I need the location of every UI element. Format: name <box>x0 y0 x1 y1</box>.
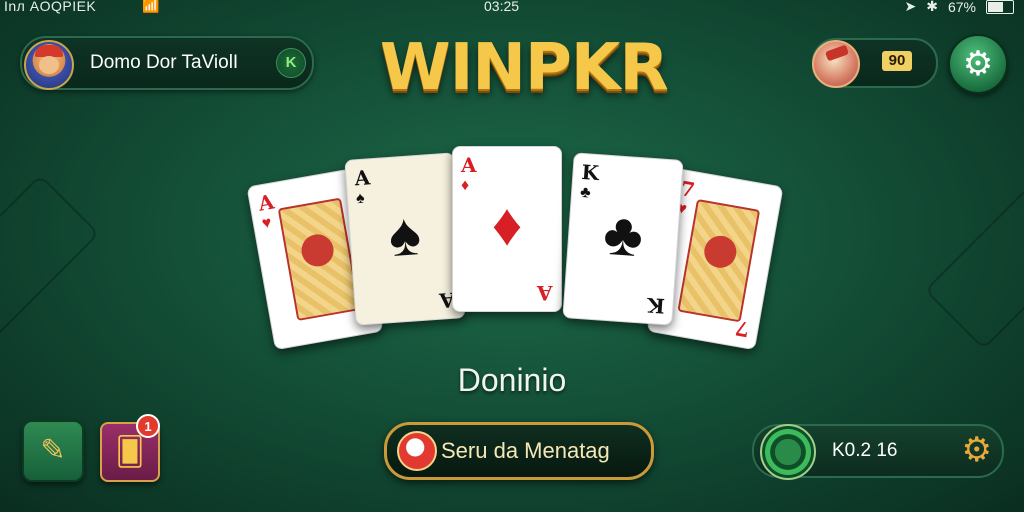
battery-percent: 67% <box>947 0 976 15</box>
card-suit-big: ♠ <box>386 199 423 270</box>
card-rank: A <box>353 165 371 191</box>
gear-icon[interactable]: ⚙ <box>962 430 992 470</box>
dice-icon <box>397 431 437 471</box>
status-bar: Inл AOQPIEK 📶 03:25 ➤ ✱ 67% <box>0 0 1024 18</box>
card-rank-corner: K <box>646 292 666 319</box>
chip-balance[interactable]: K0.2 16 ⚙ <box>752 424 1004 480</box>
avatar-face <box>39 56 59 74</box>
card-suit-small: ♥ <box>260 214 273 233</box>
carrier-label: Inл AOQPIEK <box>4 0 97 14</box>
card-rank: A <box>461 153 477 177</box>
action-button[interactable]: Seru da Menatag <box>384 422 654 480</box>
settings-button[interactable]: ⚙ <box>948 34 1008 94</box>
action-button-label: Seru da Menatag <box>441 438 610 463</box>
level-badge[interactable]: K <box>276 48 306 78</box>
card-suit-big: ♦ <box>491 191 523 258</box>
table-ornament-right <box>924 174 1024 350</box>
card-suit-small: ♦ <box>461 177 470 194</box>
card-rank: K <box>580 159 600 186</box>
card-suit-small: ♠ <box>355 189 366 208</box>
playing-card[interactable]: K ♣ ♣ K <box>562 152 684 326</box>
coin-balance[interactable]: 90 <box>812 38 938 88</box>
card-rank-corner: 7 <box>733 315 752 342</box>
pencil-icon: ✎ <box>40 434 66 467</box>
card-suit-small: ♣ <box>579 183 592 202</box>
card-hand: A♥AA♠♠AA♦♦AK♣♣K7♥7 <box>246 140 784 360</box>
player-name: Domo Dor TaViolI <box>90 52 239 73</box>
coin-count: 90 <box>882 51 912 71</box>
location-arrow-icon: ➤ <box>904 0 917 14</box>
avatar[interactable] <box>24 40 74 90</box>
card-rank-corner: A <box>537 281 553 305</box>
card-suit-big: ♣ <box>601 199 646 270</box>
wifi-icon: 📶 <box>142 0 160 13</box>
card-rank: A <box>256 189 276 216</box>
balance-value: K0.2 16 <box>832 440 898 461</box>
gift-box-icon[interactable] <box>812 40 860 88</box>
playing-card[interactable]: A ♦ ♦ A <box>452 146 562 312</box>
playing-card[interactable]: A ♠ ♠ A <box>344 152 466 326</box>
battery-fill <box>988 1 1003 12</box>
clock: 03:25 <box>484 0 520 14</box>
game-logo: WINPKR <box>380 31 669 105</box>
profile-pill[interactable]: Domo Dor TaViolI K <box>20 36 314 90</box>
battery-icon <box>986 0 1014 14</box>
chip-icon <box>760 424 816 480</box>
bluetooth-icon: ✱ <box>926 0 938 14</box>
gear-icon: ⚙ <box>962 45 994 83</box>
hand-name: Doninio <box>457 362 567 398</box>
cards-icon: 🂠 <box>115 436 145 467</box>
card-face-art <box>677 198 761 323</box>
edit-button[interactable]: ✎ <box>22 420 84 482</box>
table-ornament-left <box>0 174 100 350</box>
notification-badge: 1 <box>136 414 160 438</box>
